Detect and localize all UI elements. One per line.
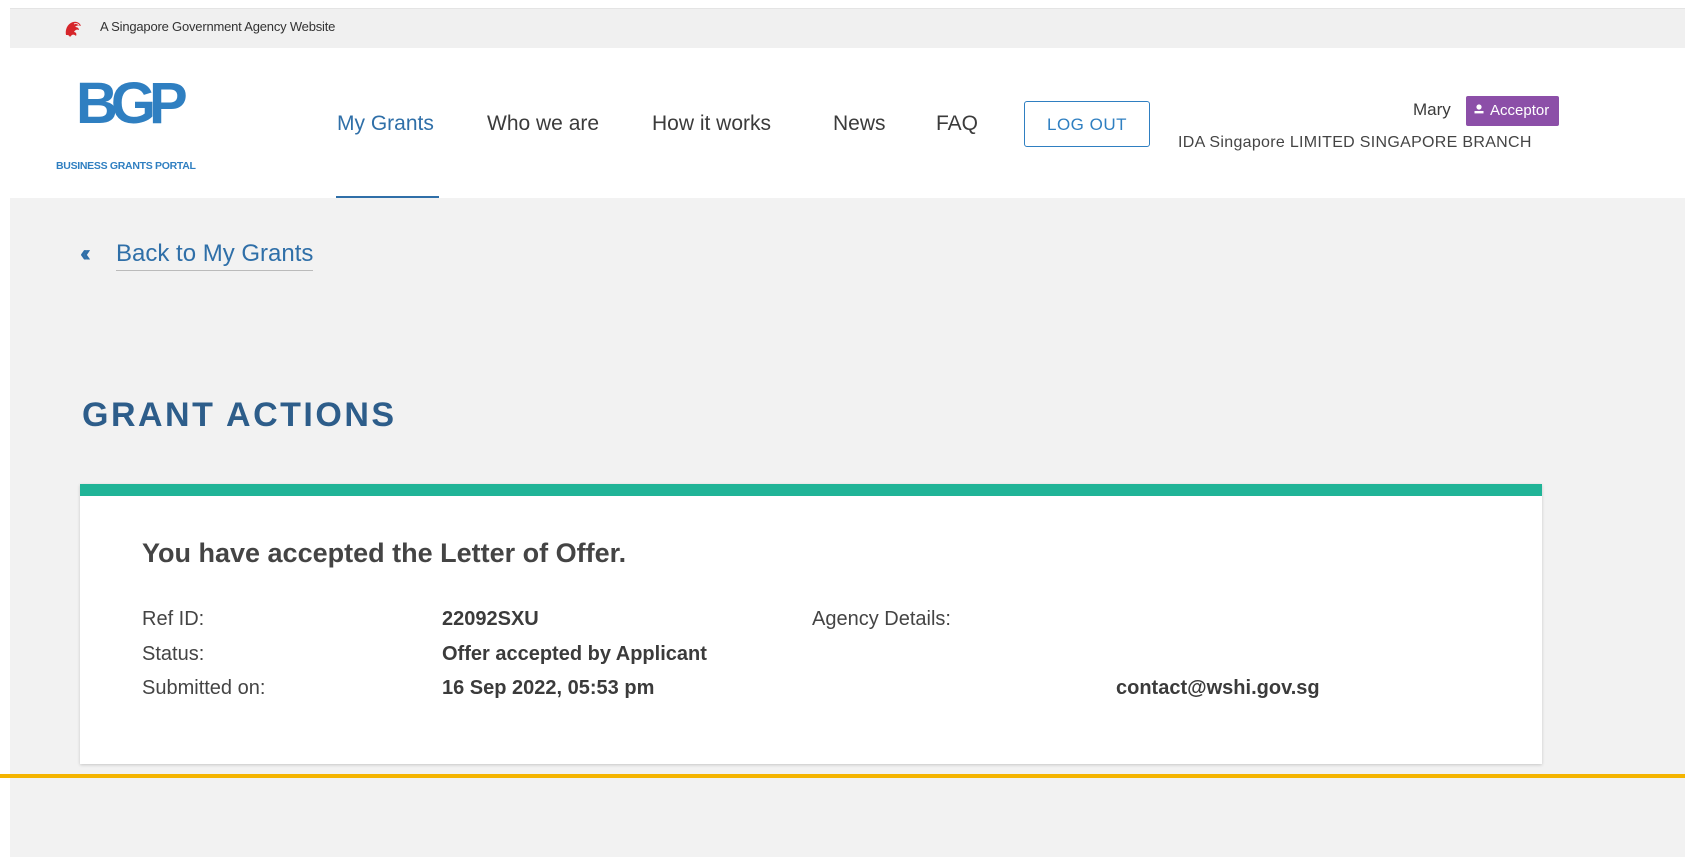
ref-id-label: Ref ID: bbox=[142, 608, 205, 630]
bgp-logo[interactable]: BGP BUSINESS GRANTS PORTAL bbox=[56, 71, 246, 176]
top-navbar: BGP BUSINESS GRANTS PORTAL My Grants Who… bbox=[10, 48, 1685, 199]
gov-masthead: A Singapore Government Agency Website bbox=[10, 8, 1685, 49]
nav-who-we-are[interactable]: Who we are bbox=[487, 112, 599, 136]
grant-action-card: You have accepted the Letter of Offer. R… bbox=[80, 484, 1542, 764]
gov-masthead-text: A Singapore Government Agency Website bbox=[100, 19, 336, 34]
status-label: Status: bbox=[142, 643, 205, 665]
company-name: IDA Singapore LIMITED SINGAPORE BRANCH bbox=[1178, 134, 1532, 151]
logout-button[interactable]: LOG OUT bbox=[1024, 101, 1150, 147]
role-label: Acceptor bbox=[1490, 102, 1550, 119]
card-heading: You have accepted the Letter of Offer. bbox=[142, 538, 627, 568]
submitted-on-label: Submitted on: bbox=[142, 677, 266, 699]
person-icon bbox=[1474, 104, 1484, 114]
ref-id-value: 22092SXU bbox=[442, 608, 539, 630]
submitted-on-value: 16 Sep 2022, 05:53 pm bbox=[442, 677, 655, 699]
page: A Singapore Government Agency Website BG… bbox=[0, 0, 1685, 857]
top-strip bbox=[0, 0, 1685, 8]
user-name: Mary bbox=[1413, 100, 1451, 119]
nav-faq[interactable]: FAQ bbox=[936, 112, 978, 136]
back-to-my-grants-link[interactable]: ‹‹ Back to My Grants bbox=[80, 240, 314, 271]
double-chevron-left-icon: ‹‹ bbox=[80, 240, 91, 267]
agency-details-label: Agency Details: bbox=[812, 608, 951, 630]
singapore-lion-icon bbox=[65, 21, 81, 37]
main-content: ‹‹ Back to My Grants GRANT ACTIONS You ha… bbox=[10, 198, 1685, 778]
role-badge: Acceptor bbox=[1466, 96, 1560, 126]
status-value: Offer accepted by Applicant bbox=[442, 643, 707, 665]
user-info: Mary Acceptor IDA Singapore LIMITED SING… bbox=[1178, 96, 1685, 156]
back-link-label: Back to My Grants bbox=[116, 240, 314, 271]
agency-email: contact@wshi.gov.sg bbox=[1116, 677, 1320, 699]
nav-news[interactable]: News bbox=[833, 112, 886, 136]
nav-my-grants[interactable]: My Grants bbox=[337, 112, 434, 136]
logo-wordmark: BGP bbox=[76, 71, 188, 136]
page-title: GRANT ACTIONS bbox=[82, 396, 397, 434]
logo-tagline: BUSINESS GRANTS PORTAL bbox=[56, 160, 196, 172]
footer-strip bbox=[0, 778, 1685, 857]
nav-how-it-works[interactable]: How it works bbox=[652, 112, 771, 136]
footer-inner bbox=[10, 778, 1685, 857]
